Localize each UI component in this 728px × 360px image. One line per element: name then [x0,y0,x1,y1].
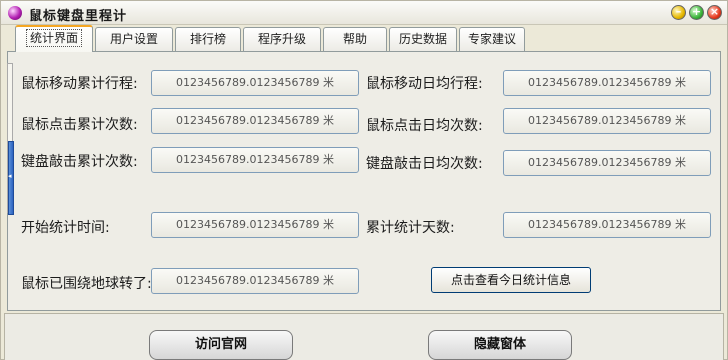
close-button[interactable]: × [707,5,722,20]
tab-bar: 统计界面 用户设置 排行榜 程序升级 帮助 历史数据 专家建议 [1,25,727,52]
visit-website-button[interactable]: 访问官网 [149,330,293,360]
bottom-bar [4,313,724,360]
field-total-days: 0123456789.0123456789 米 [503,212,711,238]
label-key-total: 键盘敲击累计次数: [21,154,138,170]
tab-statistics[interactable]: 统计界面 [15,25,93,52]
field-earth-laps: 0123456789.0123456789 米 [151,268,359,294]
app-logo-icon [8,6,22,20]
label-total-days: 累计统计天数: [366,220,455,236]
tab-upgrade[interactable]: 程序升级 [243,27,321,51]
field-start-time: 0123456789.0123456789 米 [151,212,359,238]
field-click-daily: 0123456789.0123456789 米 [503,108,711,134]
label-click-daily: 鼠标点击日均次数: [366,118,483,134]
label-mouse-daily-distance: 鼠标移动日均行程: [366,76,483,92]
maximize-button[interactable]: + [689,5,704,20]
label-click-total: 鼠标点击累计次数: [21,117,138,133]
minimize-icon: – [675,5,682,18]
collapse-handle[interactable] [8,141,14,215]
field-key-total: 0123456789.0123456789 米 [151,147,359,173]
label-key-daily: 键盘敲击日均次数: [366,156,483,172]
close-icon: × [709,5,720,18]
maximize-icon: + [691,5,702,18]
title-bar[interactable]: 鼠标键盘里程计 – + × [1,1,727,25]
label-mouse-total-distance: 鼠标移动累计行程: [21,76,138,92]
tab-expert-advice[interactable]: 专家建议 [459,27,525,51]
label-start-time: 开始统计时间: [21,220,110,236]
window-title: 鼠标键盘里程计 [29,9,128,24]
minimize-button[interactable]: – [671,5,686,20]
field-key-daily: 0123456789.0123456789 米 [503,150,711,176]
tab-user-settings[interactable]: 用户设置 [95,27,173,51]
tab-history[interactable]: 历史数据 [389,27,457,51]
field-mouse-total-distance: 0123456789.0123456789 米 [151,70,359,96]
hide-window-button[interactable]: 隐藏窗体 [428,330,572,360]
today-stats-button[interactable]: 点击查看今日统计信息 [431,267,591,293]
field-mouse-daily-distance: 0123456789.0123456789 米 [503,70,711,96]
field-click-total: 0123456789.0123456789 米 [151,108,359,134]
app-window: 鼠标键盘里程计 – + × 统计界面 用户设置 排行榜 程序升级 帮助 历史数据… [0,0,728,360]
tab-leaderboard[interactable]: 排行榜 [175,27,241,51]
tab-help[interactable]: 帮助 [323,27,387,51]
label-earth-laps: 鼠标已围绕地球转了: [21,276,152,292]
